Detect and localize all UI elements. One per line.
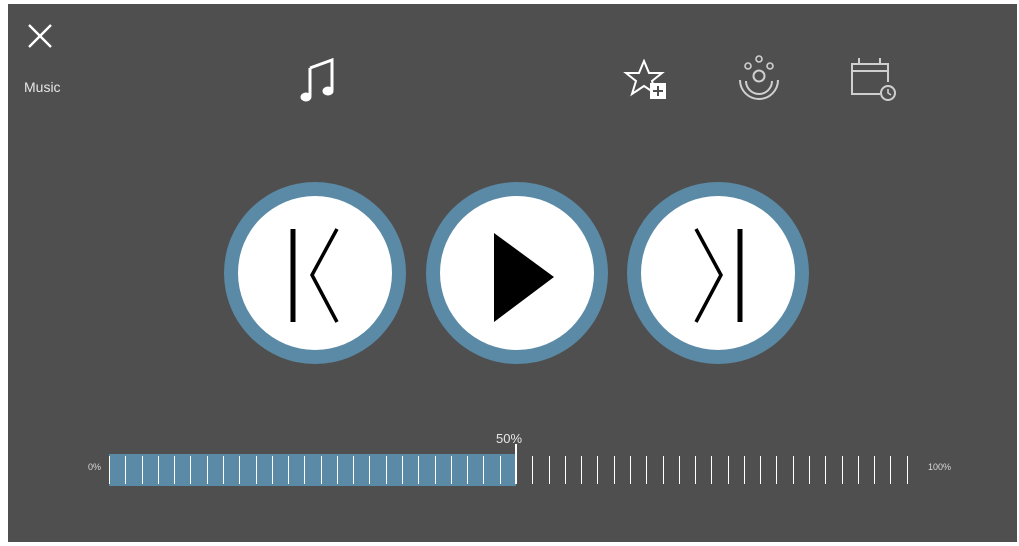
progress-min-label: 0% <box>88 462 102 472</box>
progress-slider[interactable] <box>109 444 923 486</box>
music-note-icon[interactable] <box>298 56 338 106</box>
calendar-clock-icon[interactable] <box>848 56 898 102</box>
progress-max-label: 100% <box>928 462 952 472</box>
progress-handle[interactable] <box>515 444 517 484</box>
music-screen: Music 50% 0% 100% <box>8 4 1017 542</box>
listening-icon[interactable] <box>736 54 782 104</box>
next-track-button[interactable] <box>627 182 809 364</box>
next-track-icon <box>694 228 743 323</box>
screen-title: Music <box>24 79 61 95</box>
close-icon[interactable] <box>25 21 55 51</box>
previous-track-button[interactable] <box>224 182 406 364</box>
play-button[interactable] <box>426 182 608 364</box>
play-icon <box>494 233 554 322</box>
previous-track-icon <box>290 228 339 323</box>
star-add-icon[interactable] <box>622 59 670 101</box>
progress-value-label: 50% <box>496 431 523 446</box>
